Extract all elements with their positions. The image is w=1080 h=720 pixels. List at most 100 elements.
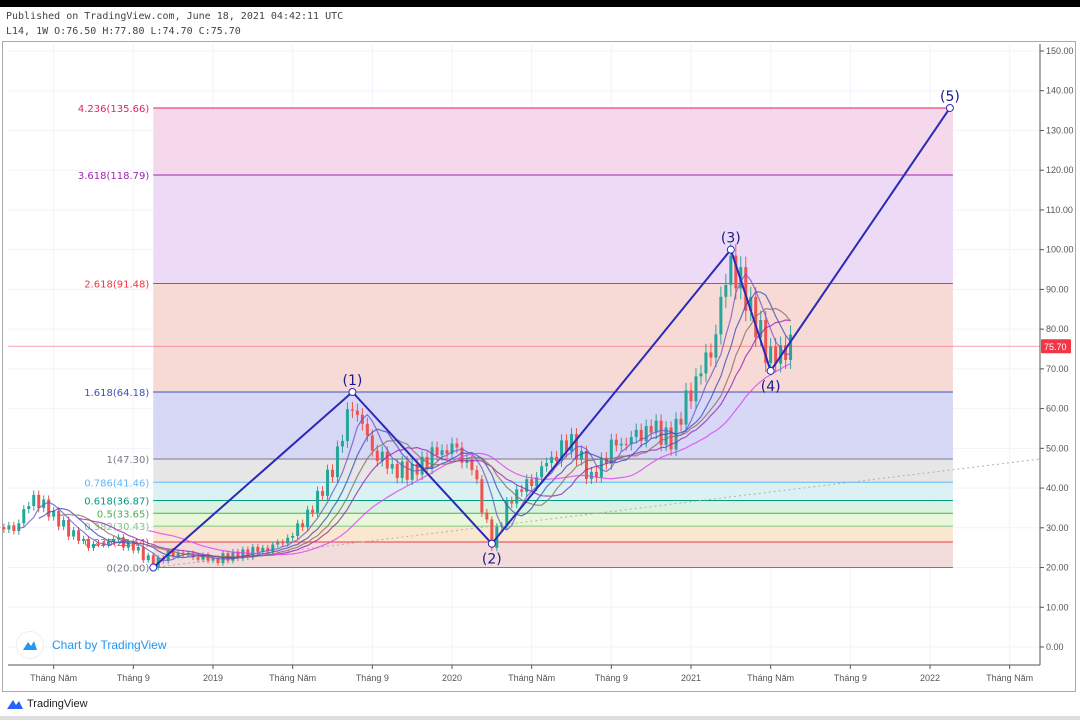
candle-body bbox=[609, 439, 613, 464]
candle-body bbox=[684, 390, 688, 425]
candle-body bbox=[87, 538, 91, 548]
fib-band bbox=[153, 107, 953, 176]
tradingview-logo-icon bbox=[16, 631, 44, 659]
fib-level-label: 1(47.30) bbox=[106, 455, 149, 466]
candle-body bbox=[679, 418, 683, 425]
time-tick-label: Tháng Năm bbox=[30, 673, 77, 683]
candle-body bbox=[311, 509, 315, 513]
candle-body bbox=[331, 469, 334, 478]
price-tick-label: 20.00 bbox=[1046, 563, 1069, 573]
wave-point bbox=[945, 103, 954, 112]
candle-body bbox=[96, 543, 100, 545]
candle-body bbox=[350, 409, 354, 411]
candle-body bbox=[405, 461, 409, 480]
footer-brand[interactable]: TradingView bbox=[6, 698, 88, 710]
candle-body bbox=[385, 451, 389, 469]
time-tick-label: Tháng Năm bbox=[747, 673, 794, 683]
time-tick-label: 2022 bbox=[920, 673, 940, 683]
fib-band bbox=[153, 526, 953, 542]
candle-body bbox=[62, 520, 66, 527]
candle-body bbox=[256, 546, 260, 552]
candle-body bbox=[579, 450, 583, 460]
fib-band bbox=[153, 513, 953, 527]
time-tick-label: Tháng Năm bbox=[269, 673, 316, 683]
candle-body bbox=[510, 501, 514, 504]
candle-body bbox=[136, 546, 140, 551]
candle-body bbox=[141, 546, 145, 561]
candle-body bbox=[72, 530, 76, 537]
price-tick-label: 0.00 bbox=[1046, 642, 1064, 652]
candle-body bbox=[714, 334, 718, 358]
time-tick-label: 2019 bbox=[203, 673, 223, 683]
candle-body bbox=[584, 450, 588, 480]
candle-body bbox=[395, 464, 399, 479]
fib-level-label: 0.618(36.87) bbox=[84, 497, 149, 508]
last-price-label: 75.70 bbox=[1044, 342, 1067, 352]
candle-body bbox=[355, 410, 359, 415]
candle-body bbox=[365, 423, 369, 436]
candle-body bbox=[57, 510, 61, 527]
candle-body bbox=[77, 530, 81, 541]
footer-brand-text: TradingView bbox=[27, 698, 88, 710]
fib-band bbox=[153, 175, 953, 284]
candle-body bbox=[619, 443, 623, 446]
wave-point bbox=[348, 387, 357, 396]
wave-label: (3) bbox=[721, 231, 741, 247]
candle-body bbox=[664, 427, 668, 445]
candle-body bbox=[410, 464, 414, 480]
candle-body bbox=[340, 440, 344, 447]
wave-label: (2) bbox=[482, 552, 502, 568]
candle-body bbox=[296, 523, 300, 536]
fib-level-label: 0.786(41.46) bbox=[84, 478, 149, 489]
fib-level-label: 1.618(64.18) bbox=[84, 388, 149, 399]
fib-level-label: 3.618(118.79) bbox=[78, 171, 150, 182]
candle-body bbox=[7, 525, 11, 530]
price-tick-label: 30.00 bbox=[1046, 523, 1069, 533]
watermark-text: Chart by TradingView bbox=[52, 638, 167, 652]
candle-body bbox=[67, 520, 71, 537]
time-tick-label: Tháng 9 bbox=[834, 673, 867, 683]
candle-body bbox=[624, 443, 628, 445]
candle-body bbox=[689, 390, 693, 402]
bottom-bar bbox=[0, 716, 1080, 720]
fib-level-label: 0.5(33.65) bbox=[97, 509, 149, 520]
time-tick-label: Tháng Năm bbox=[508, 673, 555, 683]
candle-body bbox=[530, 479, 534, 486]
candle-body bbox=[694, 376, 698, 402]
candle-body bbox=[485, 512, 489, 520]
chart-watermark[interactable]: Chart by TradingView bbox=[16, 631, 167, 659]
candle-body bbox=[440, 450, 444, 456]
candle-body bbox=[729, 255, 733, 285]
candle-body bbox=[470, 460, 474, 471]
candle-body bbox=[455, 443, 459, 448]
candle-body bbox=[599, 457, 603, 478]
price-tick-label: 110.00 bbox=[1046, 205, 1073, 215]
time-tick-label: Tháng Năm bbox=[986, 673, 1033, 683]
price-tick-label: 130.00 bbox=[1046, 125, 1074, 135]
chart-canvas[interactable]: 0(20.00)0.236(26.44)0.382(30.43)0.5(33.6… bbox=[0, 0, 1080, 720]
candle-body bbox=[769, 346, 773, 363]
candle-body bbox=[614, 439, 618, 446]
price-tick-label: 70.00 bbox=[1046, 364, 1069, 374]
candle-body bbox=[400, 461, 404, 479]
wave-point bbox=[766, 366, 775, 375]
candle-body bbox=[550, 456, 554, 463]
fib-level-label: 0(20.00) bbox=[106, 564, 149, 575]
candle-body bbox=[480, 479, 484, 513]
candle-body bbox=[276, 542, 280, 545]
price-tick-label: 50.00 bbox=[1046, 443, 1069, 453]
candle-body bbox=[326, 469, 330, 496]
candle-body bbox=[545, 462, 549, 467]
candle-body bbox=[286, 537, 290, 544]
candle-body bbox=[634, 429, 638, 437]
fib-level-label: 4.236(135.66) bbox=[78, 104, 150, 115]
candle-body bbox=[724, 284, 728, 297]
price-tick-label: 120.00 bbox=[1046, 165, 1074, 175]
price-tick-label: 150.00 bbox=[1046, 46, 1074, 56]
candle-body bbox=[37, 494, 41, 508]
price-tick-label: 80.00 bbox=[1046, 324, 1069, 334]
fib-level-label: 2.618(91.48) bbox=[84, 280, 149, 291]
candle-body bbox=[335, 446, 339, 478]
candle-body bbox=[375, 450, 379, 461]
candle-body bbox=[22, 509, 26, 524]
